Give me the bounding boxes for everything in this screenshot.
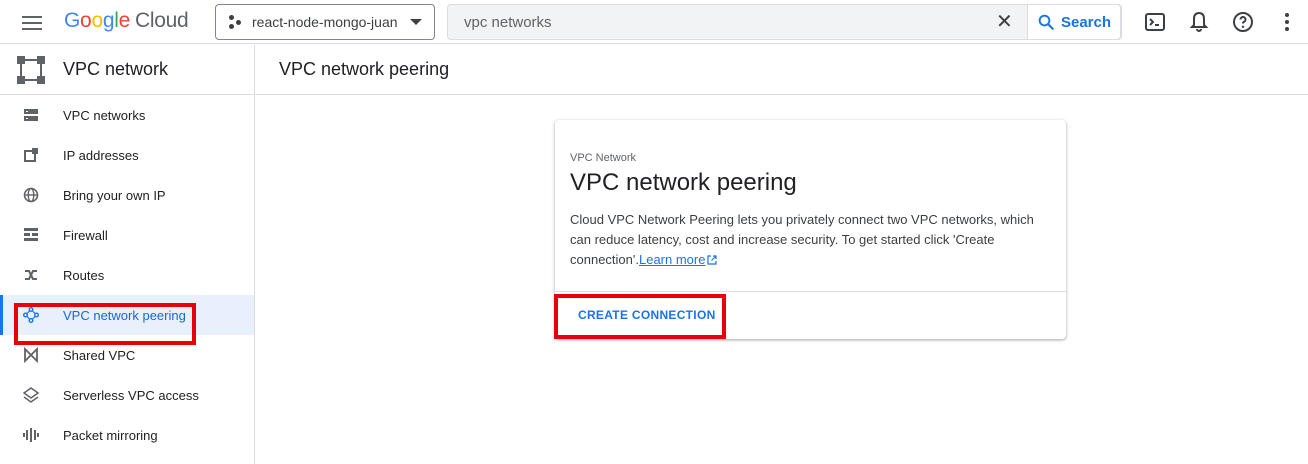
sidebar-item-vpc-networks[interactable]: VPC networks	[0, 95, 254, 135]
more-vert-icon[interactable]	[1275, 10, 1299, 34]
routes-icon	[25, 270, 37, 280]
close-icon[interactable]: ✕	[996, 12, 1013, 32]
sidebar-item-label: IP addresses	[63, 147, 139, 163]
logo-letter: g	[102, 9, 115, 32]
learn-more-link[interactable]: Learn more	[639, 252, 705, 267]
sidebar-item-routes[interactable]: Routes	[0, 255, 254, 295]
top-bar: GoogleCloud react-node-mongo-juan ✕ Sear…	[0, 0, 1308, 44]
sidebar-item-label: VPC networks	[63, 107, 146, 123]
sidebar-item-ip-addresses[interactable]: IP addresses	[0, 135, 254, 175]
sidebar-item-label: Shared VPC	[63, 347, 136, 363]
chevron-down-icon	[410, 19, 422, 25]
card-eyebrow: VPC Network	[570, 152, 637, 164]
cloud-shell-icon[interactable]	[1143, 10, 1167, 34]
ip-addresses-icon	[24, 148, 38, 162]
help-icon[interactable]	[1231, 10, 1255, 34]
project-selector[interactable]: react-node-mongo-juan	[215, 4, 435, 40]
logo-letter: o	[80, 9, 92, 32]
card-divider	[555, 291, 1066, 292]
sidebar-item-label: Packet mirroring	[63, 427, 158, 443]
external-link-icon	[707, 255, 718, 265]
logo-product: Cloud	[134, 9, 189, 32]
serverless-icon	[23, 387, 39, 403]
learn-more-label: Learn more	[638, 252, 706, 267]
vpc-networks-icon	[24, 109, 38, 121]
sidebar-item-bring-your-own-ip[interactable]: Bring your own IP	[0, 175, 254, 215]
sidebar-item-firewall[interactable]: Firewall	[0, 215, 254, 255]
sidebar: VPC network VPC networks IP addresses Br…	[0, 45, 255, 464]
page-title: VPC network peering	[279, 59, 450, 79]
page-header: VPC network peering	[256, 45, 1308, 95]
search-button[interactable]: Search	[1027, 4, 1121, 40]
sidebar-item-packet-mirroring[interactable]: Packet mirroring	[0, 415, 254, 455]
globe-icon	[23, 187, 39, 203]
notifications-icon[interactable]	[1187, 10, 1211, 34]
search-input[interactable]	[448, 5, 978, 39]
sidebar-header: VPC network	[0, 45, 254, 95]
card-description: Cloud VPC Network Peering lets you priva…	[570, 210, 1050, 270]
search-bar: ✕ Search	[447, 4, 1122, 40]
sidebar-item-label: Firewall	[63, 227, 108, 243]
firewall-icon	[24, 228, 38, 241]
project-name: react-node-mongo-juan	[252, 14, 398, 30]
sidebar-item-label: VPC network peering	[63, 307, 186, 323]
search-icon	[1038, 14, 1054, 30]
logo-letter: e	[118, 9, 131, 32]
empty-state-card: VPC Network VPC network peering Cloud VP…	[555, 120, 1066, 339]
logo-letter: o	[91, 9, 103, 32]
peering-icon	[23, 307, 39, 323]
create-connection-button[interactable]: CREATE CONNECTION	[578, 308, 716, 322]
packet-mirroring-icon	[23, 428, 39, 442]
google-cloud-logo[interactable]: Google Cloud	[64, 9, 189, 33]
search-button-label: Search	[1060, 13, 1112, 31]
sidebar-item-label: Bring your own IP	[63, 187, 166, 203]
sidebar-item-serverless-vpc-access[interactable]: Serverless VPC access	[0, 375, 254, 415]
sidebar-item-label: Serverless VPC access	[63, 387, 199, 403]
product-title: VPC network	[63, 59, 169, 79]
shared-vpc-icon	[24, 347, 38, 363]
vpc-network-product-icon	[17, 55, 45, 84]
sidebar-item-label: Routes	[63, 267, 105, 283]
hamburger-menu-icon[interactable]	[22, 12, 44, 32]
project-icon	[228, 15, 242, 29]
sidebar-item-shared-vpc[interactable]: Shared VPC	[0, 335, 254, 375]
logo-letter: G	[64, 9, 81, 32]
sidebar-item-vpc-network-peering[interactable]: VPC network peering	[0, 295, 254, 335]
card-title: VPC network peering	[570, 169, 797, 196]
